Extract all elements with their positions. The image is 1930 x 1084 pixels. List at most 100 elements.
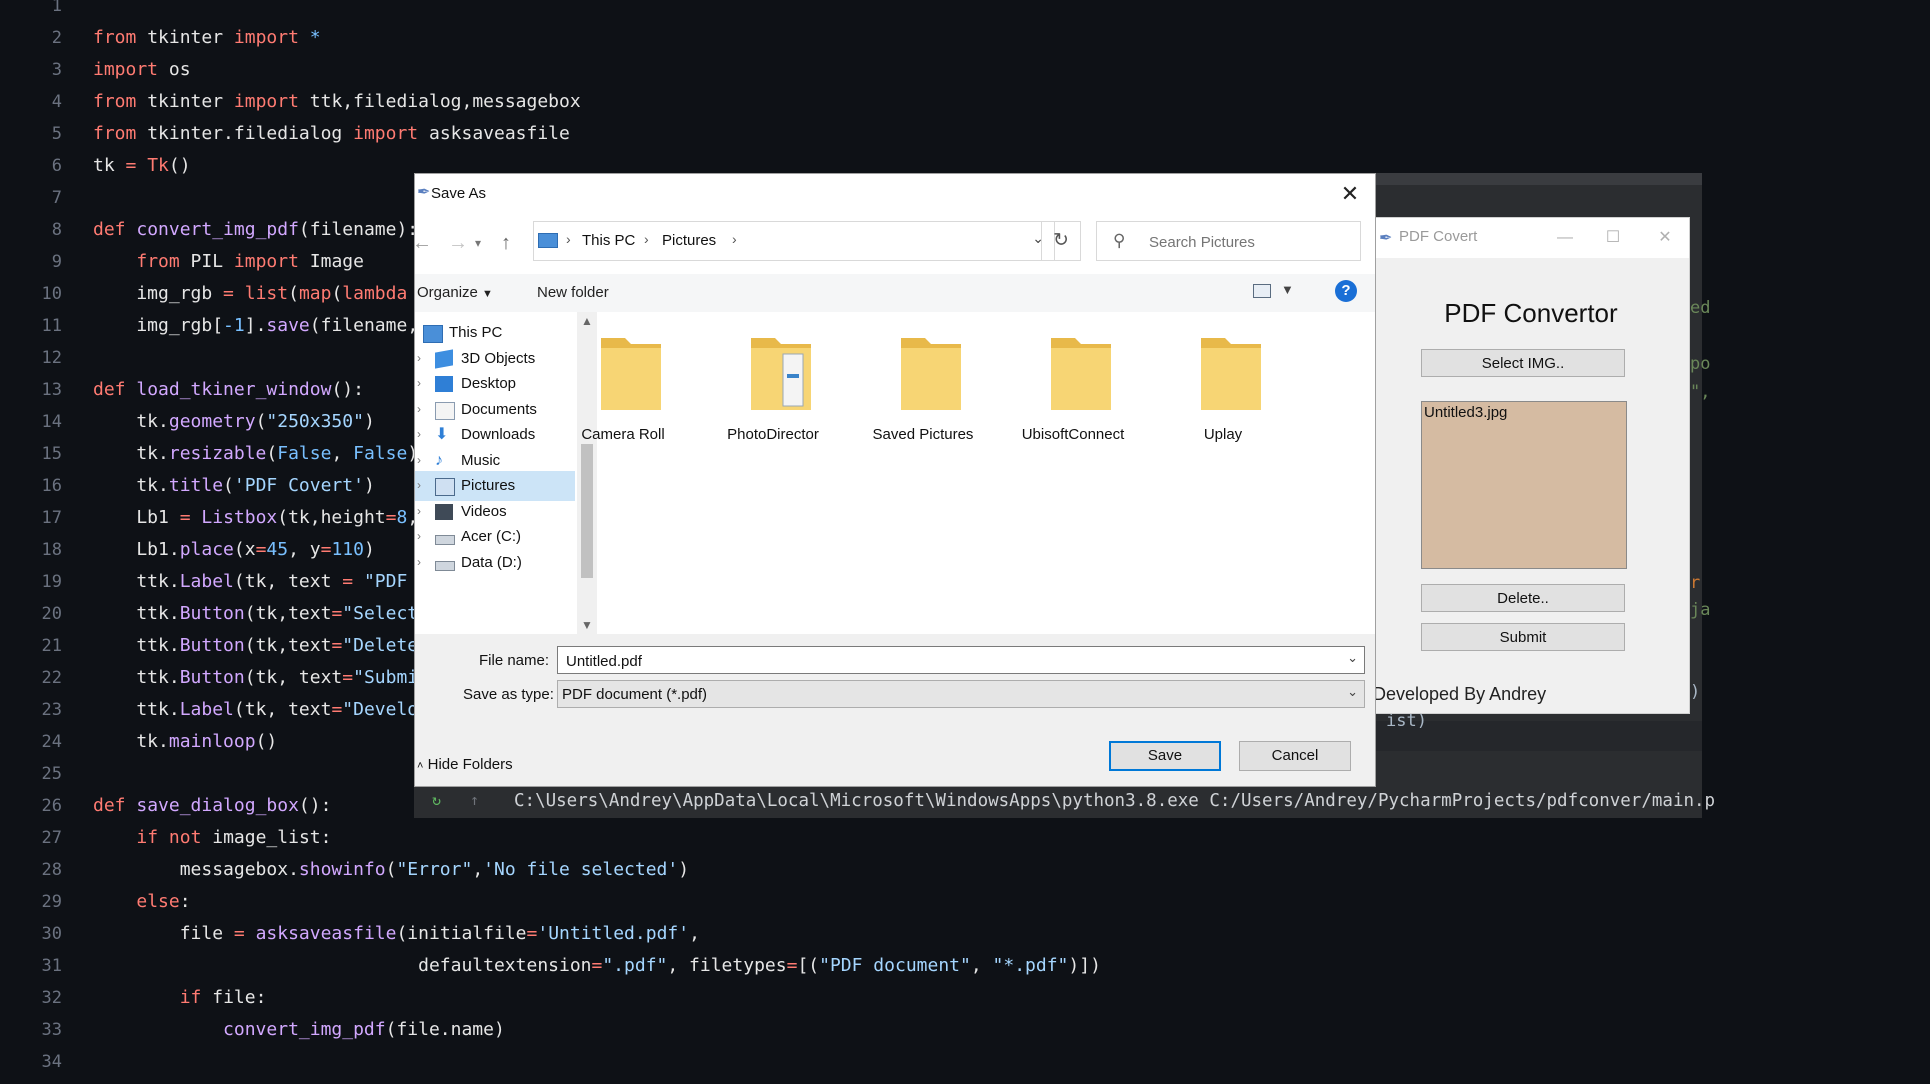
- code-text[interactable]: defaultextension=".pdf", filetypes=[("PD…: [93, 950, 1101, 982]
- cancel-button[interactable]: Cancel: [1239, 741, 1351, 771]
- code-text[interactable]: ttk.Button(tk,text="Delete.: [93, 630, 429, 662]
- code-text[interactable]: from PIL import Image: [93, 246, 364, 278]
- address-bar[interactable]: › This PC › Pictures › ⌄: [533, 221, 1055, 261]
- code-text[interactable]: from tkinter import ttk,filedialog,messa…: [93, 86, 581, 118]
- code-line[interactable]: 31 defaultextension=".pdf", filetypes=[(…: [0, 950, 1930, 982]
- code-line[interactable]: 33 convert_img_pdf(file.name): [0, 1014, 1930, 1046]
- view-options-icon[interactable]: [1253, 284, 1271, 298]
- code-line[interactable]: 27 if not image_list:: [0, 822, 1930, 854]
- chevron-right-icon[interactable]: ›: [417, 427, 421, 441]
- code-line[interactable]: 28 messagebox.showinfo("Error",'No file …: [0, 854, 1930, 886]
- code-text[interactable]: Lb1 = Listbox(tk,height=8,: [93, 502, 418, 534]
- code-text[interactable]: from tkinter import *: [93, 22, 321, 54]
- code-text[interactable]: ttk.Button(tk, text="Submit: [93, 662, 429, 694]
- scroll-up-icon[interactable]: ▲: [581, 314, 593, 328]
- code-text[interactable]: if file:: [93, 982, 267, 1014]
- code-text[interactable]: tk.geometry("250x350"): [93, 406, 374, 438]
- chevron-right-icon[interactable]: ›: [417, 478, 421, 492]
- rerun-icon[interactable]: ↻: [432, 792, 448, 808]
- breadcrumb-this-pc[interactable]: This PC: [582, 232, 635, 249]
- code-text[interactable]: messagebox.showinfo("Error",'No file sel…: [93, 854, 689, 886]
- search-input[interactable]: [1147, 230, 1351, 254]
- code-text[interactable]: if not image_list:: [93, 822, 331, 854]
- code-text[interactable]: img_rgb = list(map(lambda x: [93, 278, 429, 310]
- organize-menu[interactable]: Organize ▼: [417, 284, 493, 301]
- sidebar-item-label: Data (D:): [461, 553, 522, 571]
- folder-item[interactable]: UbisoftConnect: [1013, 330, 1133, 470]
- code-text[interactable]: ttk.Label(tk, text="Develop: [93, 694, 429, 726]
- folder-item[interactable]: PhotoDirector: [713, 330, 833, 470]
- file-name-field[interactable]: ⌄: [557, 646, 1365, 674]
- refresh-button[interactable]: ↻: [1041, 221, 1081, 261]
- breadcrumb-pictures[interactable]: Pictures: [662, 232, 716, 249]
- list-item[interactable]: Untitled3.jpg: [1424, 404, 1507, 421]
- line-number: 27: [41, 828, 62, 848]
- submit-button[interactable]: Submit: [1421, 623, 1625, 651]
- folder-item[interactable]: Uplay: [1163, 330, 1283, 470]
- hide-folders-toggle[interactable]: ˄ Hide Folders: [417, 756, 513, 773]
- up-icon[interactable]: ↑: [495, 230, 517, 256]
- help-icon[interactable]: ?: [1335, 280, 1357, 302]
- line-number: 33: [41, 1020, 62, 1040]
- video-icon: [435, 503, 453, 520]
- code-line[interactable]: 29 else:: [0, 886, 1930, 918]
- sidebar-item-data-d[interactable]: › Data (D:): [415, 548, 575, 578]
- chevron-right-icon[interactable]: ›: [417, 351, 421, 365]
- code-text[interactable]: convert_img_pdf(file.name): [93, 1014, 505, 1046]
- refresh-icon: ↻: [1053, 230, 1069, 251]
- select-img-button[interactable]: Select IMG..: [1421, 349, 1625, 377]
- code-line[interactable]: 32 if file:: [0, 982, 1930, 1014]
- code-text[interactable]: tk.mainloop(): [93, 726, 277, 758]
- code-text[interactable]: def save_dialog_box():: [93, 790, 331, 822]
- back-icon[interactable]: ←: [415, 230, 433, 256]
- chevron-down-icon[interactable]: ▼: [1281, 282, 1294, 297]
- code-line[interactable]: 4 from tkinter import ttk,filedialog,mess…: [0, 86, 1930, 118]
- arrow-up-icon[interactable]: ↑: [470, 792, 486, 808]
- scroll-down-icon[interactable]: ▼: [581, 618, 593, 632]
- code-text[interactable]: Lb1.place(x=45, y=110): [93, 534, 374, 566]
- code-text[interactable]: from tkinter.filedialog import asksaveas…: [93, 118, 570, 150]
- save-type-select[interactable]: PDF document (*.pdf) ⌄: [557, 680, 1365, 708]
- chevron-down-icon[interactable]: ⌄: [1347, 650, 1358, 666]
- code-text[interactable]: tk = Tk(): [93, 150, 191, 182]
- code-line[interactable]: 34: [0, 1046, 1930, 1078]
- image-listbox[interactable]: Untitled3.jpg: [1421, 401, 1627, 569]
- code-text[interactable]: img_rgb[-1].save(filename,s: [93, 310, 429, 342]
- save-button[interactable]: Save: [1109, 741, 1221, 771]
- chevron-right-icon[interactable]: ›: [417, 453, 421, 467]
- maximize-icon[interactable]: ☐: [1593, 224, 1633, 252]
- code-text[interactable]: tk.resizable(False, False): [93, 438, 418, 470]
- forward-icon[interactable]: →: [447, 230, 469, 256]
- developer-label: Developed By Andrey: [1373, 684, 1547, 704]
- code-text[interactable]: ttk.Button(tk,text="Select: [93, 598, 418, 630]
- chevron-down-icon[interactable]: ⌄: [1347, 684, 1358, 700]
- code-text[interactable]: def convert_img_pdf(filename):: [93, 214, 418, 246]
- code-text[interactable]: def load_tkiner_window():: [93, 374, 364, 406]
- minimize-icon[interactable]: —: [1545, 224, 1585, 252]
- code-text[interactable]: tk.title('PDF Covert'): [93, 470, 374, 502]
- code-text[interactable]: else:: [93, 886, 190, 918]
- delete-button[interactable]: Delete..: [1421, 584, 1625, 612]
- code-line[interactable]: 1: [0, 0, 1930, 22]
- chevron-right-icon[interactable]: ›: [417, 402, 421, 416]
- chevron-right-icon[interactable]: ›: [417, 376, 421, 390]
- chevron-right-icon[interactable]: ›: [417, 504, 421, 518]
- code-text[interactable]: file = asksaveasfile(initialfile='Untitl…: [93, 918, 700, 950]
- code-line[interactable]: 2 from tkinter import *: [0, 22, 1930, 54]
- new-folder-button[interactable]: New folder: [537, 284, 609, 301]
- folder-item[interactable]: Saved Pictures: [863, 330, 983, 470]
- recent-chevron-icon[interactable]: ▾: [467, 230, 489, 256]
- search-box[interactable]: ⚲: [1096, 221, 1361, 261]
- close-icon[interactable]: ✕: [1645, 224, 1685, 252]
- close-icon[interactable]: ✕: [1333, 178, 1367, 210]
- chevron-right-icon[interactable]: ›: [417, 555, 421, 569]
- folder-item[interactable]: Camera Roll: [563, 330, 683, 470]
- sidebar-item-label: Acer (C:): [461, 528, 521, 545]
- code-text[interactable]: ttk.Label(tk, text = "PDF C: [93, 566, 429, 598]
- file-name-input[interactable]: [564, 651, 1328, 671]
- code-line[interactable]: 3 import os: [0, 54, 1930, 86]
- code-text[interactable]: import os: [93, 54, 191, 86]
- chevron-right-icon[interactable]: ›: [417, 529, 421, 543]
- code-line[interactable]: 5 from tkinter.filedialog import asksavea…: [0, 118, 1930, 150]
- code-line[interactable]: 30 file = asksaveasfile(initialfile='Unt…: [0, 918, 1930, 950]
